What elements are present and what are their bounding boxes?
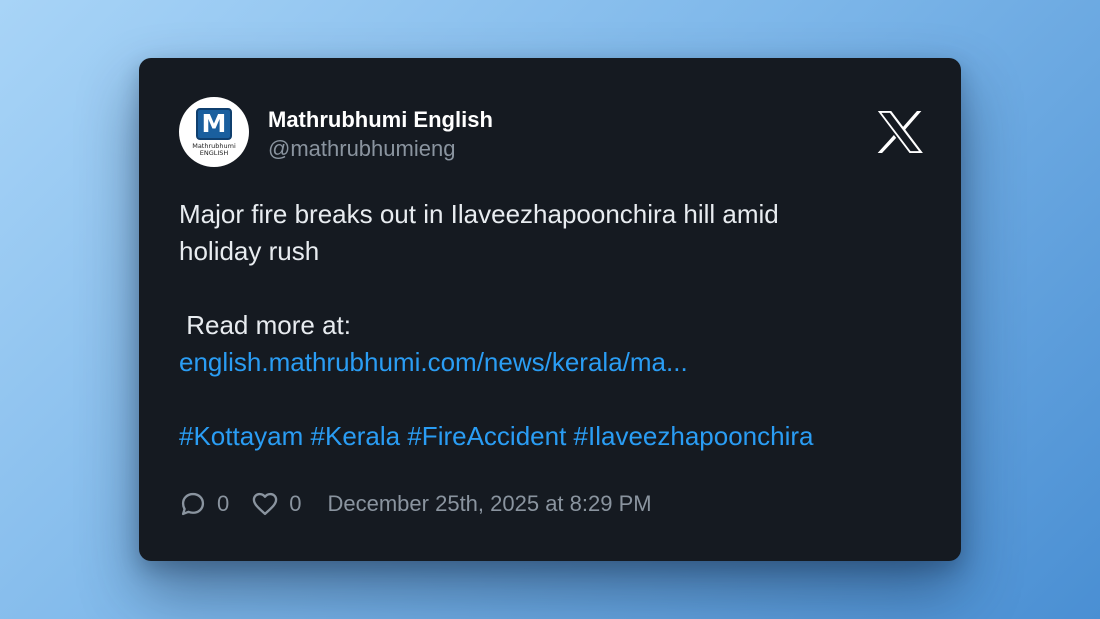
avatar[interactable]: M Mathrubhumi ENGLISH [179,97,249,167]
post-footer: 0 0 December 25th, 2025 at 8:29 PM [179,486,652,522]
comment-icon[interactable] [179,490,207,518]
author-handle[interactable]: @mathrubhumieng [268,134,493,164]
reply-count: 0 [217,491,230,516]
avatar-text-line2: ENGLISH [199,148,229,157]
post-text-line1: Major fire breaks out in Ilaveezhapoonch… [179,199,779,229]
article-link[interactable]: english.mathrubhumi.com/news/kerala/ma..… [179,344,939,381]
post-text-line2: holiday rush [179,236,320,266]
author-info: Mathrubhumi English @mathrubhumieng [268,106,493,164]
post-spacer [179,270,939,307]
x-logo-icon[interactable] [877,111,923,153]
hashtags[interactable]: #Kottayam #Kerala #FireAccident #Ilaveez… [179,418,939,455]
avatar-logo-text: Mathrubhumi ENGLISH [192,142,236,157]
timestamp[interactable]: December 25th, 2025 at 8:29 PM [328,491,652,517]
heart-icon[interactable] [251,490,279,518]
author-name[interactable]: Mathrubhumi English [268,106,493,134]
read-more-label: Read more at: [179,310,351,340]
like-count: 0 [289,491,302,516]
post-body: Major fire breaks out in Ilaveezhapoonch… [179,196,939,455]
post-spacer [179,381,939,418]
avatar-logo-mark: M [196,107,232,140]
post-card: M Mathrubhumi ENGLISH Mathrubhumi Englis… [139,58,961,561]
